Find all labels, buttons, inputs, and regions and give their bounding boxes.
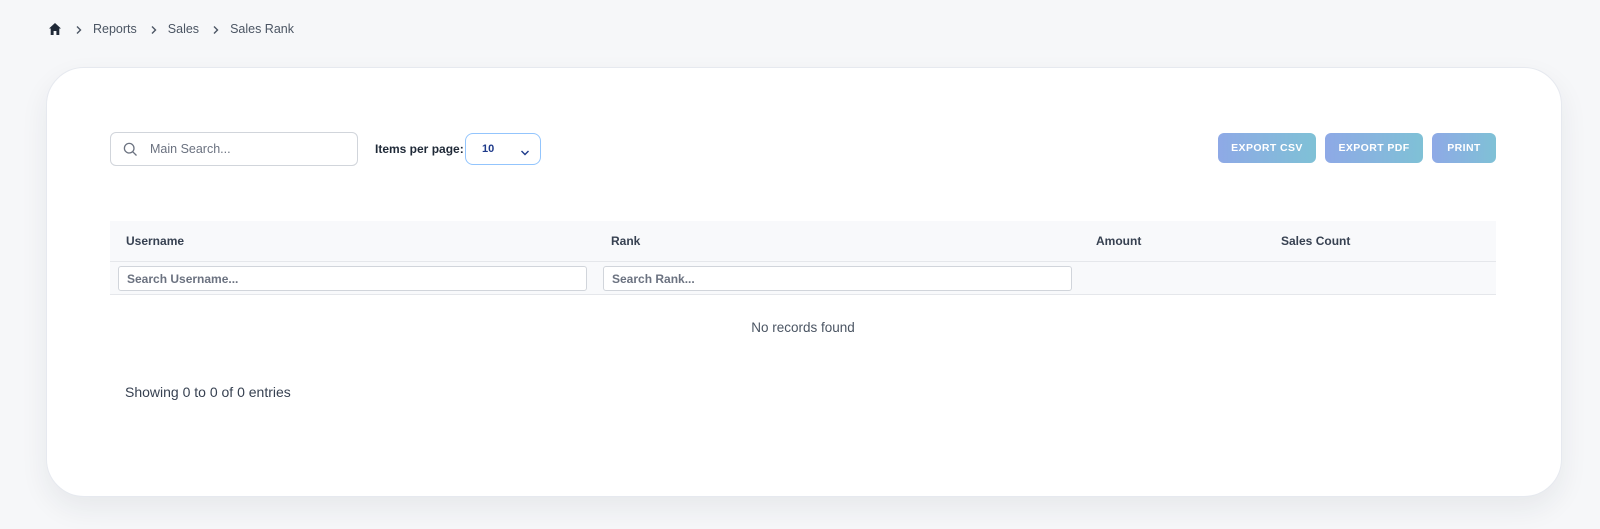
rank-filter-input[interactable] [603, 266, 1072, 291]
breadcrumb-item-sales[interactable]: Sales [168, 22, 199, 36]
print-button[interactable]: PRINT [1432, 133, 1496, 163]
chevron-down-icon [520, 145, 530, 156]
column-header-username[interactable]: Username [126, 234, 184, 248]
main-search-input[interactable] [150, 133, 350, 165]
empty-message: No records found [751, 320, 855, 335]
search-icon [123, 142, 138, 157]
breadcrumb: Reports Sales Sales Rank [48, 20, 306, 38]
table-header: Username Rank Amount Sales Count [110, 221, 1496, 261]
home-icon[interactable] [48, 22, 62, 36]
export-pdf-button[interactable]: EXPORT PDF [1325, 133, 1423, 163]
chevron-right-icon [74, 24, 84, 34]
column-header-sales-count[interactable]: Sales Count [1281, 234, 1350, 248]
column-header-rank[interactable]: Rank [611, 234, 640, 248]
column-header-amount[interactable]: Amount [1096, 234, 1141, 248]
report-card: Items per page: 10 EXPORT CSV EXPORT PDF… [46, 67, 1562, 497]
breadcrumb-item-reports[interactable]: Reports [93, 22, 137, 36]
main-search-box [110, 132, 358, 166]
pagination-info: Showing 0 to 0 of 0 entries [125, 384, 291, 400]
filter-row [110, 261, 1496, 295]
items-per-page-label: Items per page: [375, 142, 464, 156]
username-filter-input[interactable] [118, 266, 587, 291]
items-per-page-select[interactable]: 10 [465, 133, 541, 165]
items-per-page-value: 10 [482, 143, 495, 155]
chevron-right-icon [149, 24, 159, 34]
sales-rank-table: Username Rank Amount Sales Count No reco… [110, 221, 1496, 361]
export-csv-button[interactable]: EXPORT CSV [1218, 133, 1316, 163]
breadcrumb-item-sales-rank: Sales Rank [230, 22, 294, 36]
chevron-right-icon [211, 24, 221, 34]
